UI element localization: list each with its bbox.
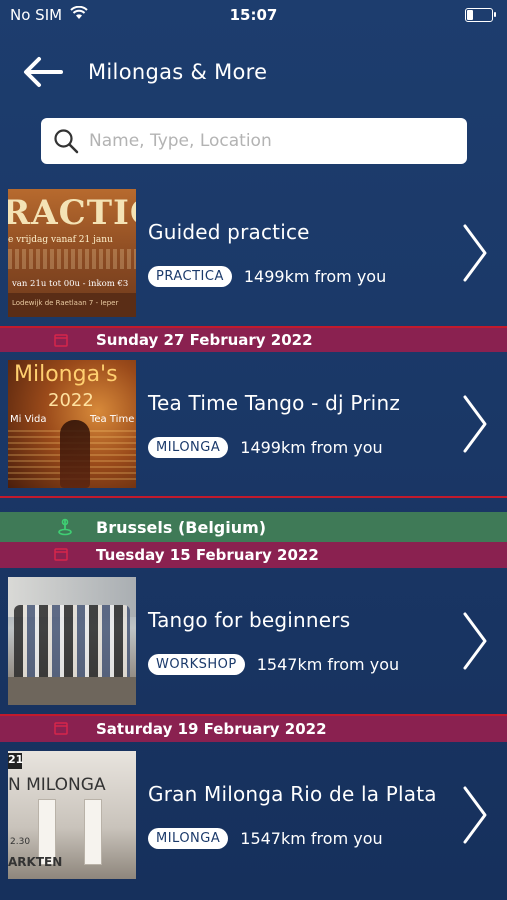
event-info: Guided practice PRACTICA 1499km from you xyxy=(148,220,455,287)
date-section-header: Saturday 19 February 2022 xyxy=(0,716,507,742)
event-type-badge: MILONGA xyxy=(148,436,229,458)
event-distance: 1499km from you xyxy=(240,437,383,457)
thumbnail-text: RACTIC xyxy=(8,193,136,233)
event-title: Tea Time Tango - dj Prinz xyxy=(148,390,401,415)
event-distance: 1499km from you xyxy=(243,266,387,286)
back-button[interactable] xyxy=(8,40,78,104)
event-distance: 1547km from you xyxy=(240,828,383,848)
status-bar: No SIM 15:07 xyxy=(0,0,507,30)
event-info: Tango for beginners WORKSHOP 1547km from… xyxy=(148,608,455,675)
nav-header: Milongas & More xyxy=(0,40,507,104)
event-thumbnail: Milonga's 2022 Mi Vida Tea Time xyxy=(8,360,136,488)
thumbnail-text: 2022 xyxy=(48,390,94,411)
city-section-header: Brussels (Belgium) xyxy=(0,512,507,542)
list-item[interactable]: Milonga's 2022 Mi Vida Tea Time Tea Time… xyxy=(0,352,507,498)
thumbnail-text: ARKTEN xyxy=(8,855,63,869)
event-thumbnail: RACTIC e vrijdag vanaf 21 janu van 21u t… xyxy=(8,189,136,317)
event-thumbnail xyxy=(8,577,136,705)
event-thumbnail: 21 N MILONGA 2.30 ARKTEN xyxy=(8,751,136,879)
date-label: Saturday 19 February 2022 xyxy=(96,720,327,738)
chevron-right-icon xyxy=(455,568,495,714)
event-title: Guided practice xyxy=(148,219,310,244)
search-input[interactable] xyxy=(89,131,449,151)
map-pin-icon xyxy=(58,518,72,536)
thumbnail-text: Lodewijk de Raetlaan 7 - Ieper xyxy=(12,299,119,307)
event-type-badge: PRACTICA xyxy=(148,265,232,287)
calendar-icon xyxy=(54,334,68,347)
city-label: Brussels (Belgium) xyxy=(96,517,267,537)
event-title: Gran Milonga Rio de la Plata xyxy=(148,781,437,806)
event-distance: 1547km from you xyxy=(256,654,400,674)
calendar-icon xyxy=(54,722,68,735)
date-label: Sunday 27 February 2022 xyxy=(96,331,313,349)
date-label: Tuesday 15 February 2022 xyxy=(96,546,319,564)
thumbnail-text: Tea Time xyxy=(90,414,135,425)
thumbnail-text: N MILONGA xyxy=(8,775,106,795)
chevron-right-icon xyxy=(455,180,495,326)
chevron-right-icon xyxy=(455,742,495,888)
event-type-badge: MILONGA xyxy=(148,827,229,849)
list-item[interactable]: Tango for beginners WORKSHOP 1547km from… xyxy=(0,568,507,716)
thumbnail-text: 2.30 xyxy=(10,837,31,847)
list-item[interactable]: RACTIC e vrijdag vanaf 21 janu van 21u t… xyxy=(0,180,507,328)
chevron-right-icon xyxy=(455,351,495,497)
list-item[interactable]: 21 N MILONGA 2.30 ARKTEN Gran Milonga Ri… xyxy=(0,742,507,888)
thumbnail-text: Mi Vida xyxy=(10,414,47,425)
calendar-icon xyxy=(54,548,68,561)
page-title: Milongas & More xyxy=(88,60,268,84)
event-title: Tango for beginners xyxy=(148,607,351,632)
search-bar[interactable] xyxy=(41,118,467,164)
event-info: Gran Milonga Rio de la Plata MILONGA 154… xyxy=(148,782,455,849)
search-icon xyxy=(54,129,79,154)
thumbnail-text: Milonga's xyxy=(14,362,118,387)
thumbnail-text: van 21u tot 00u - inkom €3 xyxy=(12,279,129,289)
battery-icon xyxy=(465,8,496,22)
carrier-label: No SIM xyxy=(10,6,63,24)
thumbnail-text: e vrijdag vanaf 21 janu xyxy=(8,235,113,245)
event-info: Tea Time Tango - dj Prinz MILONGA 1499km… xyxy=(148,391,455,458)
wifi-icon xyxy=(70,5,88,24)
event-type-badge: WORKSHOP xyxy=(148,653,245,675)
event-list: RACTIC e vrijdag vanaf 21 janu van 21u t… xyxy=(0,180,507,888)
arrow-left-icon xyxy=(24,57,63,87)
date-section-header: Tuesday 15 February 2022 xyxy=(0,542,507,568)
thumbnail-text: 21 xyxy=(8,753,23,769)
date-section-header: Sunday 27 February 2022 xyxy=(0,328,507,352)
